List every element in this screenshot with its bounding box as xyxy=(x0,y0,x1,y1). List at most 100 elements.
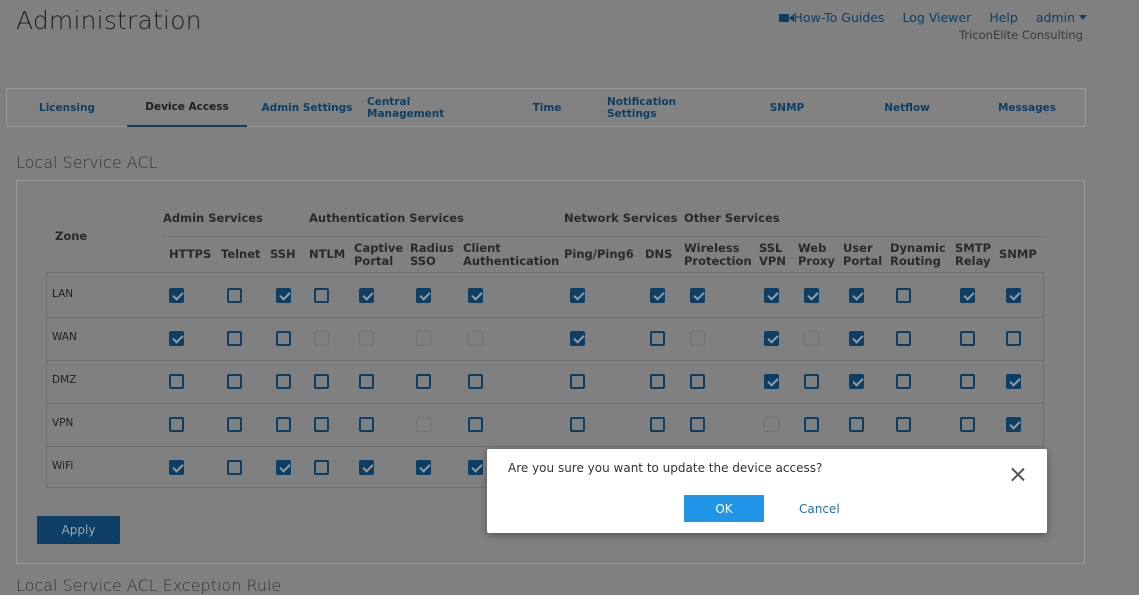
service-checkbox[interactable] xyxy=(275,373,291,389)
section-title: Local Service ACL xyxy=(16,153,158,172)
service-checkbox[interactable] xyxy=(895,416,911,432)
row-divider xyxy=(47,402,1043,404)
service-checkbox[interactable] xyxy=(313,287,329,303)
service-checkbox[interactable] xyxy=(467,287,483,303)
cancel-button[interactable]: Cancel xyxy=(799,495,840,522)
log-viewer-link[interactable]: Log Viewer xyxy=(903,10,972,25)
service-checkbox[interactable] xyxy=(689,287,705,303)
service-checkbox[interactable] xyxy=(959,330,975,346)
group-other-services: Other Services xyxy=(684,211,780,225)
service-checkbox[interactable] xyxy=(168,459,184,475)
apply-button[interactable]: Apply xyxy=(37,516,120,544)
zone-label: DMZ xyxy=(52,374,77,386)
service-checkbox[interactable] xyxy=(763,373,779,389)
service-checkbox[interactable] xyxy=(313,416,329,432)
service-checkbox[interactable] xyxy=(415,373,431,389)
user-menu[interactable]: admin xyxy=(1036,10,1087,25)
service-checkbox[interactable] xyxy=(803,416,819,432)
service-checkbox[interactable] xyxy=(168,330,184,346)
tab-netflow[interactable]: Netflow xyxy=(847,89,967,127)
tab-admin-settings[interactable]: Admin Settings xyxy=(247,89,367,127)
group-network-services: Network Services xyxy=(564,211,678,225)
row-divider xyxy=(47,359,1043,361)
close-icon[interactable] xyxy=(1010,467,1025,482)
column-header: DNS xyxy=(645,247,673,261)
service-checkbox[interactable] xyxy=(1005,330,1021,346)
service-checkbox[interactable] xyxy=(226,287,242,303)
service-checkbox[interactable] xyxy=(1005,416,1021,432)
ok-button[interactable]: OK xyxy=(684,495,764,522)
service-checkbox[interactable] xyxy=(959,287,975,303)
service-checkbox[interactable] xyxy=(689,416,705,432)
service-checkbox[interactable] xyxy=(649,330,665,346)
service-checkbox xyxy=(803,330,819,346)
column-header: SSH xyxy=(270,247,296,261)
help-link[interactable]: Help xyxy=(989,10,1018,25)
tab-device-access[interactable]: Device Access xyxy=(127,89,247,127)
service-checkbox[interactable] xyxy=(226,416,242,432)
service-checkbox[interactable] xyxy=(895,373,911,389)
top-navigation: How-To Guides Log Viewer Help admin xyxy=(778,10,1087,25)
service-checkbox[interactable] xyxy=(358,416,374,432)
service-checkbox[interactable] xyxy=(358,373,374,389)
service-checkbox xyxy=(415,330,431,346)
column-header: User Portal xyxy=(843,241,883,268)
column-header: Client Authentication xyxy=(463,241,560,268)
service-checkbox[interactable] xyxy=(689,373,705,389)
service-checkbox[interactable] xyxy=(415,459,431,475)
service-checkbox[interactable] xyxy=(895,330,911,346)
service-checkbox[interactable] xyxy=(168,373,184,389)
service-checkbox[interactable] xyxy=(569,287,585,303)
service-checkbox[interactable] xyxy=(467,373,483,389)
service-checkbox[interactable] xyxy=(415,287,431,303)
service-checkbox[interactable] xyxy=(168,416,184,432)
service-checkbox[interactable] xyxy=(569,330,585,346)
service-checkbox[interactable] xyxy=(803,373,819,389)
service-checkbox[interactable] xyxy=(226,459,242,475)
service-checkbox[interactable] xyxy=(763,330,779,346)
column-header: Web Proxy xyxy=(798,241,835,268)
service-checkbox[interactable] xyxy=(649,416,665,432)
tab-time[interactable]: Time xyxy=(487,89,607,127)
service-checkbox[interactable] xyxy=(848,330,864,346)
service-checkbox[interactable] xyxy=(313,373,329,389)
company-name: TriconElite Consulting xyxy=(959,28,1083,42)
service-checkbox[interactable] xyxy=(275,459,291,475)
service-checkbox[interactable] xyxy=(275,416,291,432)
service-checkbox[interactable] xyxy=(358,459,374,475)
service-checkbox[interactable] xyxy=(1005,287,1021,303)
tab-bar: Licensing Device Access Admin Settings C… xyxy=(6,88,1086,127)
service-checkbox[interactable] xyxy=(649,373,665,389)
service-checkbox[interactable] xyxy=(358,287,374,303)
tab-notification-settings[interactable]: Notification Settings xyxy=(607,89,727,127)
service-checkbox[interactable] xyxy=(569,416,585,432)
service-checkbox[interactable] xyxy=(803,287,819,303)
service-checkbox[interactable] xyxy=(275,330,291,346)
tab-central-management[interactable]: Central Management xyxy=(367,89,487,127)
howto-guides-link[interactable]: How-To Guides xyxy=(778,10,885,25)
service-checkbox[interactable] xyxy=(313,459,329,475)
service-checkbox[interactable] xyxy=(569,373,585,389)
service-checkbox[interactable] xyxy=(848,287,864,303)
column-header: Ping/Ping6 xyxy=(564,247,634,261)
service-checkbox[interactable] xyxy=(848,373,864,389)
service-checkbox[interactable] xyxy=(168,287,184,303)
service-checkbox[interactable] xyxy=(275,287,291,303)
service-checkbox[interactable] xyxy=(1005,373,1021,389)
service-checkbox[interactable] xyxy=(848,416,864,432)
service-checkbox[interactable] xyxy=(959,373,975,389)
service-checkbox[interactable] xyxy=(959,416,975,432)
tab-snmp[interactable]: SNMP xyxy=(727,89,847,127)
column-header: Dynamic Routing xyxy=(890,241,946,268)
dialog-message: Are you sure you want to update the devi… xyxy=(508,461,823,475)
tab-licensing[interactable]: Licensing xyxy=(7,89,127,127)
column-header: Radius SSO xyxy=(410,241,454,268)
service-checkbox[interactable] xyxy=(467,459,483,475)
service-checkbox[interactable] xyxy=(467,416,483,432)
tab-messages[interactable]: Messages xyxy=(967,89,1087,127)
service-checkbox[interactable] xyxy=(226,373,242,389)
service-checkbox[interactable] xyxy=(649,287,665,303)
service-checkbox[interactable] xyxy=(763,287,779,303)
service-checkbox[interactable] xyxy=(226,330,242,346)
service-checkbox[interactable] xyxy=(895,287,911,303)
